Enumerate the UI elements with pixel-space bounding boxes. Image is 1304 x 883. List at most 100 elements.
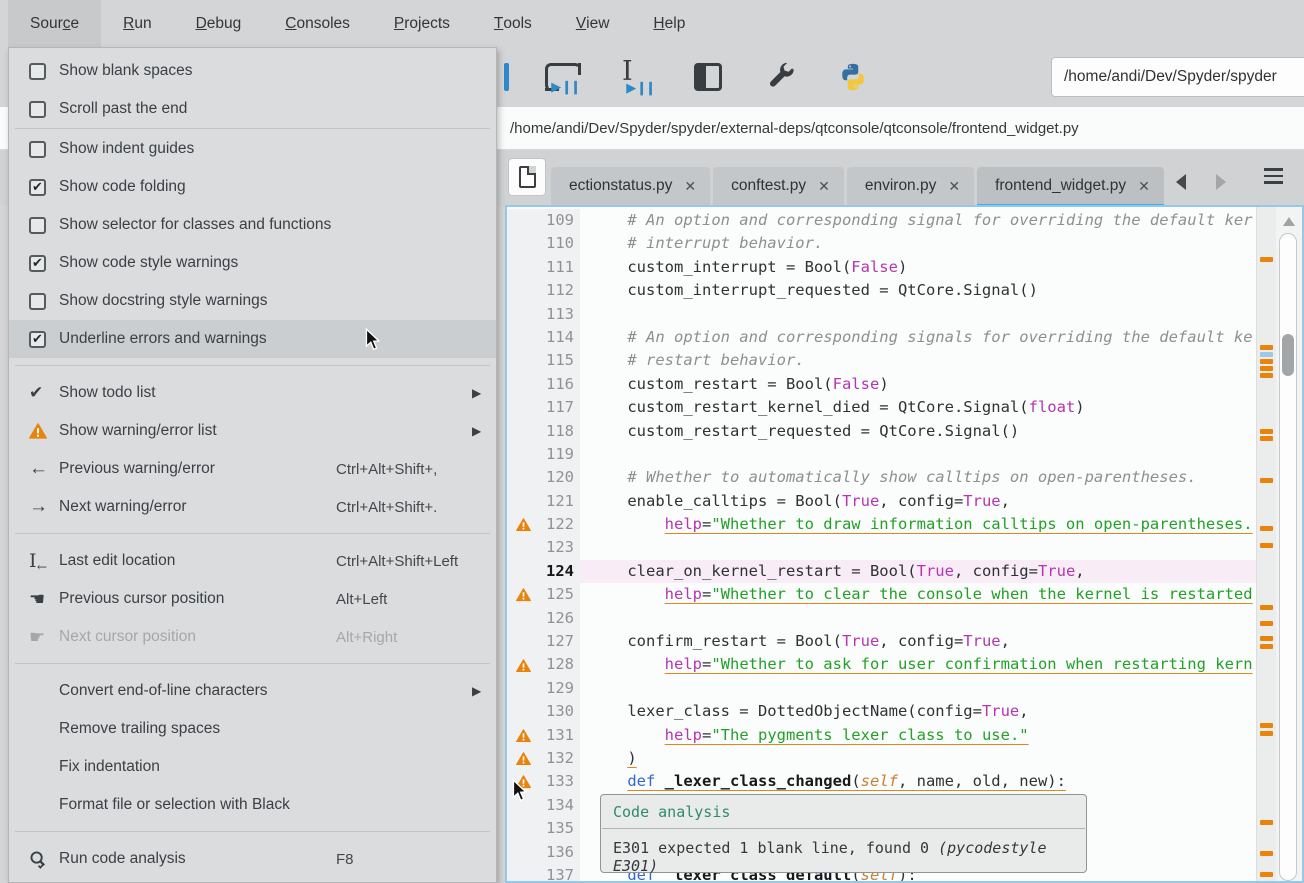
warning-icon[interactable]	[507, 729, 534, 742]
code-line-116[interactable]: 116 custom_restart = Bool(False)	[507, 373, 1302, 396]
code-line-121[interactable]: 121 enable_calltips = Bool(True, config=…	[507, 490, 1302, 513]
warning-icon[interactable]	[507, 588, 534, 601]
checkbox-unchecked[interactable]	[29, 293, 46, 310]
code-line-122[interactable]: 122 help="Whether to draw information ca…	[507, 513, 1302, 536]
scrollbar-thumb[interactable]	[1282, 334, 1294, 376]
tab-scroll-left-icon[interactable]	[1176, 174, 1186, 190]
code-line-119[interactable]: 119	[507, 443, 1302, 466]
code-line-129[interactable]: 129	[507, 677, 1302, 700]
checkbox-checked[interactable]: ✔	[29, 255, 46, 272]
menu-item-show-selector-for-classes-and-functions[interactable]: Show selector for classes and functions	[9, 206, 496, 244]
tab-scroll-right-icon[interactable]	[1216, 174, 1226, 190]
menu-item-show-code-folding[interactable]: ✔Show code folding	[9, 168, 496, 206]
menubar-item-run[interactable]: Run	[101, 0, 173, 47]
code-line-123[interactable]: 123	[507, 536, 1302, 559]
new-file-button[interactable]	[508, 158, 546, 196]
menubar-item-source[interactable]: Source	[8, 0, 101, 47]
menu-item-show-docstring-style-warnings[interactable]: Show docstring style warnings	[9, 282, 496, 320]
tab-close-icon[interactable]: ✕	[818, 178, 830, 195]
checkbox-checked[interactable]: ✔	[29, 179, 46, 196]
code-line-117[interactable]: 117 custom_restart_kernel_died = QtCore.…	[507, 396, 1302, 419]
tab-close-icon[interactable]: ✕	[948, 178, 960, 195]
warning-position-mark[interactable]	[1260, 820, 1273, 825]
code-line-125[interactable]: 125 help="Whether to clear the console w…	[507, 583, 1302, 606]
menu-item-run-code-analysis[interactable]: Run code analysisF8	[9, 840, 496, 878]
warning-icon[interactable]	[507, 752, 534, 765]
code-line-112[interactable]: 112 custom_interrupt_requested = QtCore.…	[507, 279, 1302, 302]
checkbox-unchecked[interactable]	[29, 101, 46, 118]
code-line-130[interactable]: 130 lexer_class = DottedObjectName(confi…	[507, 700, 1302, 723]
warning-position-mark[interactable]	[1260, 257, 1273, 262]
menubar-item-tools[interactable]: Tools	[472, 0, 554, 47]
cursor-position-mark[interactable]	[1260, 352, 1273, 357]
warning-position-mark[interactable]	[1260, 731, 1273, 736]
tab-close-icon[interactable]: ✕	[1138, 178, 1150, 195]
run-to-cursor-icon[interactable]: I ▶❙❙	[612, 47, 658, 107]
warning-position-mark[interactable]	[1260, 478, 1273, 483]
checkbox-unchecked[interactable]	[29, 217, 46, 234]
tab-ectionstatus.py[interactable]: ectionstatus.py✕	[551, 167, 710, 205]
menu-checkbox[interactable]	[29, 293, 59, 310]
menu-checkbox[interactable]	[29, 63, 59, 80]
tab-conftest.py[interactable]: conftest.py✕	[713, 167, 844, 205]
warning-position-mark[interactable]	[1260, 644, 1273, 649]
menu-item-last-edit-location[interactable]: I←Last edit locationCtrl+Alt+Shift+Left	[9, 542, 496, 580]
menu-checkbox[interactable]: ✔	[29, 255, 59, 272]
code-line-133[interactable]: 133 def _lexer_class_changed(self, name,…	[507, 770, 1302, 793]
menu-item-show-indent-guides[interactable]: Show indent guides	[9, 130, 496, 168]
code-line-118[interactable]: 118 custom_restart_requested = QtCore.Si…	[507, 420, 1302, 443]
menu-checkbox[interactable]: ✔	[29, 331, 59, 348]
warning-position-mark[interactable]	[1260, 872, 1273, 877]
code-line-113[interactable]: 113	[507, 303, 1302, 326]
warning-position-mark[interactable]	[1260, 526, 1273, 531]
menu-item-show-code-style-warnings[interactable]: ✔Show code style warnings	[9, 244, 496, 282]
code-line-132[interactable]: 132 )	[507, 747, 1302, 770]
menubar-item-help[interactable]: Help	[631, 0, 707, 47]
scrollbar-up-icon[interactable]	[1283, 217, 1295, 226]
warning-position-mark[interactable]	[1260, 373, 1273, 378]
warning-position-mark[interactable]	[1260, 605, 1273, 610]
code-line-128[interactable]: 128 help="Whether to ask for user confir…	[507, 653, 1302, 676]
run-selection-partial-icon[interactable]	[500, 47, 512, 107]
checkbox-unchecked[interactable]	[29, 63, 46, 80]
menu-item-show-warning-error-list[interactable]: Show warning/error list▶	[9, 412, 496, 450]
scrollbar-track[interactable]	[1279, 233, 1297, 881]
code-line-131[interactable]: 131 help="The pygments lexer class to us…	[507, 724, 1302, 747]
menu-item-fix-indentation[interactable]: Fix indentation	[9, 748, 496, 786]
code-line-111[interactable]: 111 custom_interrupt = Bool(False)	[507, 256, 1302, 279]
menu-item-format-file-or-selection-with-black[interactable]: Format file or selection with Black	[9, 786, 496, 824]
code-line-114[interactable]: 114 # An option and corresponding signal…	[507, 326, 1302, 349]
warning-position-mark[interactable]	[1260, 543, 1273, 548]
code-editor[interactable]: 109 # An option and corresponding signal…	[505, 205, 1304, 883]
warning-position-mark[interactable]	[1260, 366, 1273, 371]
menu-checkbox[interactable]	[29, 217, 59, 234]
code-line-109[interactable]: 109 # An option and corresponding signal…	[507, 209, 1302, 232]
wrench-icon[interactable]	[760, 47, 802, 107]
tab-frontend_widget.py[interactable]: frontend_widget.py✕	[977, 167, 1164, 205]
tab-close-icon[interactable]: ✕	[684, 178, 696, 195]
menu-item-previous-cursor-position[interactable]: ☚Previous cursor positionAlt+Left	[9, 580, 496, 618]
menubar-item-view[interactable]: View	[554, 0, 632, 47]
run-cell-icon[interactable]: ▶❙❙	[540, 47, 586, 107]
menu-item-previous-warning-error[interactable]: ←Previous warning/errorCtrl+Alt+Shift+,	[9, 450, 496, 488]
menubar-item-consoles[interactable]: Consoles	[263, 0, 372, 47]
code-line-120[interactable]: 120 # Whether to automatically show call…	[507, 466, 1302, 489]
code-line-126[interactable]: 126	[507, 607, 1302, 630]
checkbox-unchecked[interactable]	[29, 141, 46, 158]
menu-item-next-warning-error[interactable]: →Next warning/errorCtrl+Alt+Shift+.	[9, 488, 496, 526]
menu-checkbox[interactable]: ✔	[29, 179, 59, 196]
panel-layout-icon[interactable]	[688, 47, 728, 107]
menubar-item-projects[interactable]: Projects	[372, 0, 472, 47]
tab-environ.py[interactable]: environ.py✕	[847, 167, 974, 205]
menu-item-next-cursor-position[interactable]: ☛Next cursor positionAlt+Right	[9, 618, 496, 656]
warning-position-mark[interactable]	[1260, 636, 1273, 641]
code-line-127[interactable]: 127 confirm_restart = Bool(True, config=…	[507, 630, 1302, 653]
warning-position-mark[interactable]	[1260, 436, 1273, 441]
warning-position-mark[interactable]	[1260, 345, 1273, 350]
menu-checkbox[interactable]	[29, 101, 59, 118]
warning-position-mark[interactable]	[1260, 621, 1273, 626]
code-line-115[interactable]: 115 # restart behavior.	[507, 349, 1302, 372]
warning-icon[interactable]	[507, 518, 534, 531]
code-line-110[interactable]: 110 # interrupt behavior.	[507, 232, 1302, 255]
menu-item-underline-errors-and-warnings[interactable]: ✔Underline errors and warnings	[9, 320, 496, 358]
